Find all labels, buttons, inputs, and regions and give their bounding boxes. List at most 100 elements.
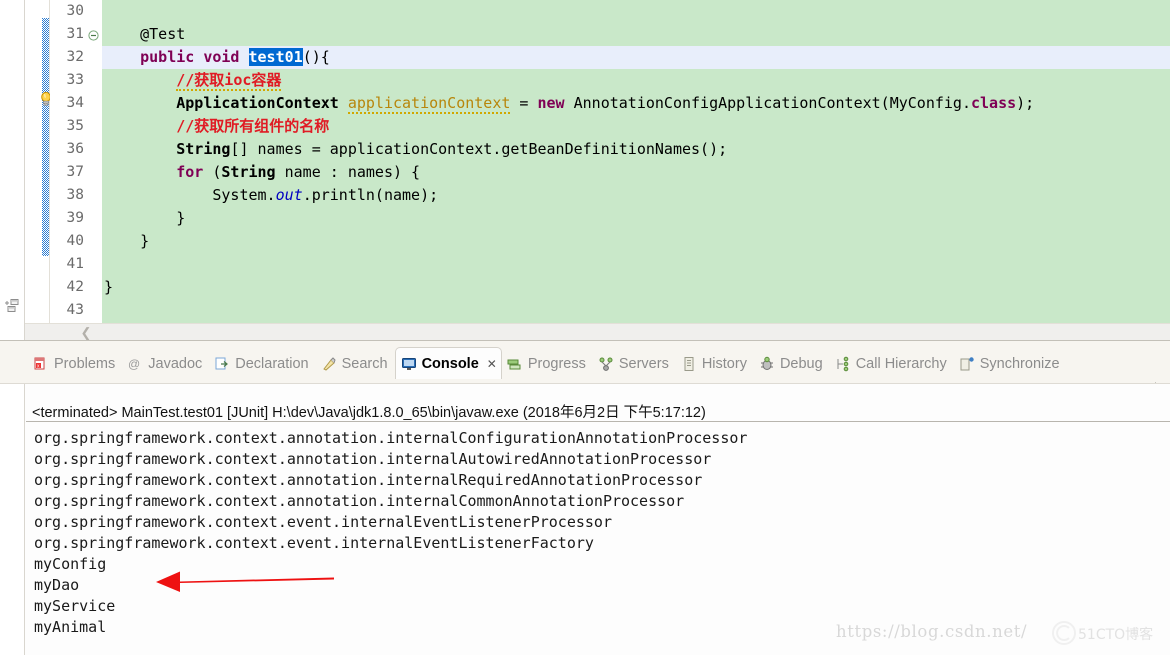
tab-search[interactable]: Search bbox=[316, 349, 395, 379]
code-canvas[interactable]: @Test public void test01(){ //获取ioc容器 Ap… bbox=[102, 0, 1170, 323]
console-view[interactable]: <terminated> MainTest.test01 [JUnit] H:\… bbox=[0, 383, 1170, 655]
tab-progress[interactable]: Progress bbox=[502, 349, 593, 379]
code-line[interactable]: String[] names = applicationContext.getB… bbox=[102, 138, 1170, 161]
console-line: org.springframework.context.annotation.i… bbox=[34, 492, 685, 510]
code-line[interactable]: ApplicationContext applicationContext = … bbox=[102, 92, 1170, 115]
code-token: name : names) { bbox=[275, 163, 421, 181]
code-token: for bbox=[176, 163, 204, 181]
code-line[interactable]: public void test01(){ bbox=[102, 46, 1170, 69]
history-icon bbox=[681, 356, 697, 372]
code-token: .println(name); bbox=[302, 186, 439, 204]
code-token: out bbox=[275, 186, 303, 204]
tab-console[interactable]: Console ✕ bbox=[394, 347, 502, 379]
tab-declaration[interactable]: Declaration bbox=[209, 349, 315, 379]
svg-text:@: @ bbox=[128, 357, 140, 371]
code-token: ApplicationContext bbox=[176, 94, 339, 112]
code-token: System. bbox=[104, 186, 276, 204]
eclipse-ide-window: 30 31 32 33 34 35 36 37 38 39 40 41 42 43 @Test publi… bbox=[0, 0, 1170, 655]
scroll-left-icon[interactable]: ❮ bbox=[80, 326, 92, 339]
console-launch-label: <terminated> MainTest.test01 [JUnit] H:\… bbox=[32, 405, 706, 421]
console-line: org.springframework.context.annotation.i… bbox=[34, 471, 703, 489]
code-token: new bbox=[537, 94, 565, 112]
line-number: 36 bbox=[66, 141, 84, 157]
line-number: 30 bbox=[66, 3, 84, 19]
code-token: applicationContext bbox=[347, 94, 511, 114]
code-line[interactable]: //获取所有组件的名称 bbox=[102, 115, 1170, 138]
tab-problems[interactable]: x Problems bbox=[28, 349, 122, 379]
tab-label: Search bbox=[341, 356, 388, 372]
tab-debug[interactable]: Debug bbox=[754, 349, 830, 379]
tab-label: Call Hierarchy bbox=[855, 356, 947, 372]
console-left-strip bbox=[0, 384, 25, 655]
tab-label: Synchronize bbox=[979, 356, 1060, 372]
code-line[interactable] bbox=[102, 299, 1170, 322]
tab-label: Javadoc bbox=[148, 356, 203, 372]
editor-horizontal-scrollbar[interactable]: ❮ bbox=[25, 323, 1170, 341]
code-token: String bbox=[104, 140, 231, 158]
code-line[interactable]: for (String name : names) { bbox=[102, 161, 1170, 184]
code-token: public bbox=[140, 48, 195, 66]
line-number: 37 bbox=[66, 164, 84, 180]
declaration-icon bbox=[214, 356, 230, 372]
tab-servers[interactable]: Servers bbox=[593, 349, 676, 379]
restore-view-icon[interactable] bbox=[4, 298, 20, 314]
synchronize-icon bbox=[959, 356, 975, 372]
close-icon[interactable]: ✕ bbox=[487, 357, 497, 371]
search-icon bbox=[321, 356, 337, 372]
fold-collapse-icon[interactable] bbox=[88, 28, 99, 41]
code-line[interactable] bbox=[102, 253, 1170, 276]
code-token: //获取所有组件的名称 bbox=[176, 117, 330, 135]
code-line[interactable]: //获取ioc容器 bbox=[102, 69, 1170, 92]
tab-label: Problems bbox=[54, 356, 116, 372]
line-number: 40 bbox=[66, 233, 84, 249]
java-editor[interactable]: 30 31 32 33 34 35 36 37 38 39 40 41 42 43 @Test publi… bbox=[0, 0, 1170, 341]
console-output[interactable]: org.springframework.context.annotation.i… bbox=[26, 422, 1170, 655]
line-number: 35 bbox=[66, 118, 84, 134]
line-number: 32 bbox=[66, 49, 84, 65]
javadoc-icon: @ bbox=[127, 356, 143, 372]
code-line[interactable]: System.out.println(name); bbox=[102, 184, 1170, 207]
line-number: 42 bbox=[66, 279, 84, 295]
problems-icon: x bbox=[33, 356, 49, 372]
code-line[interactable]: } bbox=[102, 207, 1170, 230]
annotation-ruler[interactable] bbox=[25, 0, 51, 323]
tab-label: Progress bbox=[527, 356, 586, 372]
tab-history[interactable]: History bbox=[676, 349, 754, 379]
folding-ruler[interactable] bbox=[87, 0, 101, 323]
code-line[interactable]: } bbox=[102, 276, 1170, 299]
tab-call-hierarchy[interactable]: Call Hierarchy bbox=[830, 349, 954, 379]
editor-left-strip bbox=[0, 0, 25, 340]
code-line[interactable]: } bbox=[102, 230, 1170, 253]
console-line: org.springframework.context.event.intern… bbox=[34, 534, 594, 552]
console-line: myConfig bbox=[34, 555, 107, 573]
code-line[interactable]: @Test bbox=[102, 23, 1170, 46]
console-line: org.springframework.context.annotation.i… bbox=[34, 450, 712, 468]
tab-label: Debug bbox=[779, 356, 823, 372]
console-line: org.springframework.context.annotation.i… bbox=[34, 429, 748, 447]
tab-label: Servers bbox=[618, 356, 669, 372]
code-token: } bbox=[104, 232, 150, 250]
tab-javadoc[interactable]: @ Javadoc bbox=[122, 349, 209, 379]
editor-body[interactable]: 30 31 32 33 34 35 36 37 38 39 40 41 42 43 @Test publi… bbox=[25, 0, 1170, 340]
line-number: 41 bbox=[66, 256, 84, 272]
code-token: //获取ioc容器 bbox=[176, 71, 282, 91]
code-token: (){ bbox=[302, 48, 330, 66]
bottom-view-tabbar[interactable]: x Problems @ Javadoc Declaration Search Consol… bbox=[0, 347, 1170, 383]
servers-icon bbox=[598, 356, 614, 372]
tab-synchronize[interactable]: Synchronize bbox=[954, 349, 1067, 379]
code-token: ( bbox=[203, 163, 222, 181]
code-token: @Test bbox=[140, 25, 186, 43]
line-number: 43 bbox=[66, 302, 84, 318]
line-number: 31 bbox=[66, 26, 84, 42]
console-line: org.springframework.context.event.intern… bbox=[34, 513, 612, 531]
code-token: ); bbox=[1016, 94, 1035, 112]
tab-label: Declaration bbox=[235, 356, 309, 372]
code-line[interactable] bbox=[102, 0, 1170, 23]
line-number: 38 bbox=[66, 187, 84, 203]
code-token: class bbox=[970, 94, 1017, 112]
